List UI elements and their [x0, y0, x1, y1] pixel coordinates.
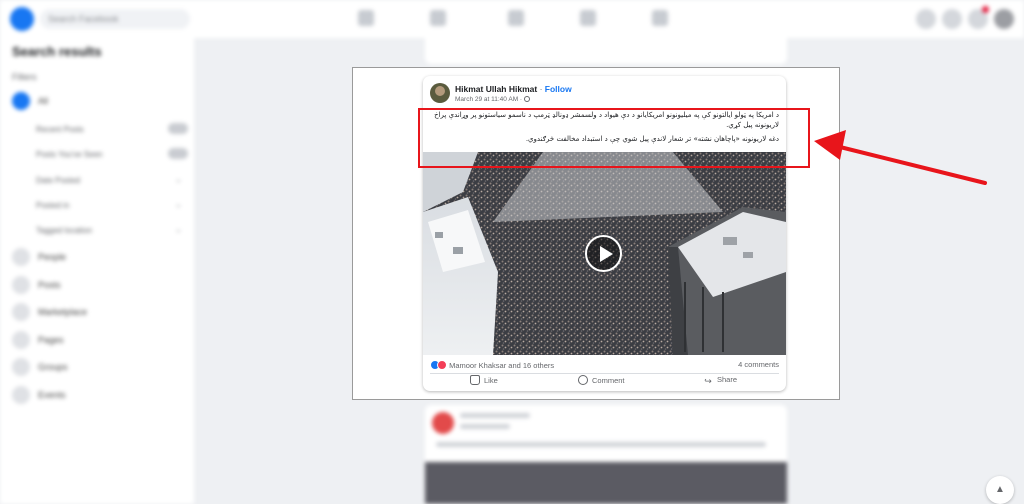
annotation-arrow-icon	[814, 130, 987, 185]
